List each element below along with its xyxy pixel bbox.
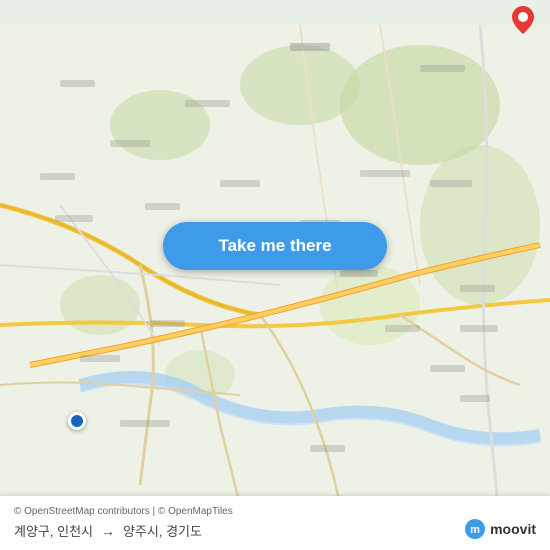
destination-label: 양주시, 경기도 (123, 521, 202, 540)
map-attribution: © OpenStreetMap contributors | © OpenMap… (14, 506, 536, 517)
bottom-bar: © OpenStreetMap contributors | © OpenMap… (0, 496, 550, 550)
route-info: 계양구, 인천시 → 양주시, 경기도 m moovit (14, 521, 536, 540)
moovit-logo: m moovit (464, 518, 536, 540)
take-me-there-button[interactable]: Take me there (163, 222, 387, 270)
origin-marker (68, 412, 86, 430)
svg-text:m: m (470, 524, 480, 536)
moovit-icon: m (464, 518, 486, 540)
map-container: Take me there © OpenStreetMap contributo… (0, 0, 550, 550)
map-background (0, 0, 550, 550)
origin-label: 계양구, 인천시 (14, 521, 93, 540)
destination-marker (512, 6, 534, 34)
route-arrow: → (101, 523, 115, 539)
moovit-text: moovit (490, 521, 536, 537)
